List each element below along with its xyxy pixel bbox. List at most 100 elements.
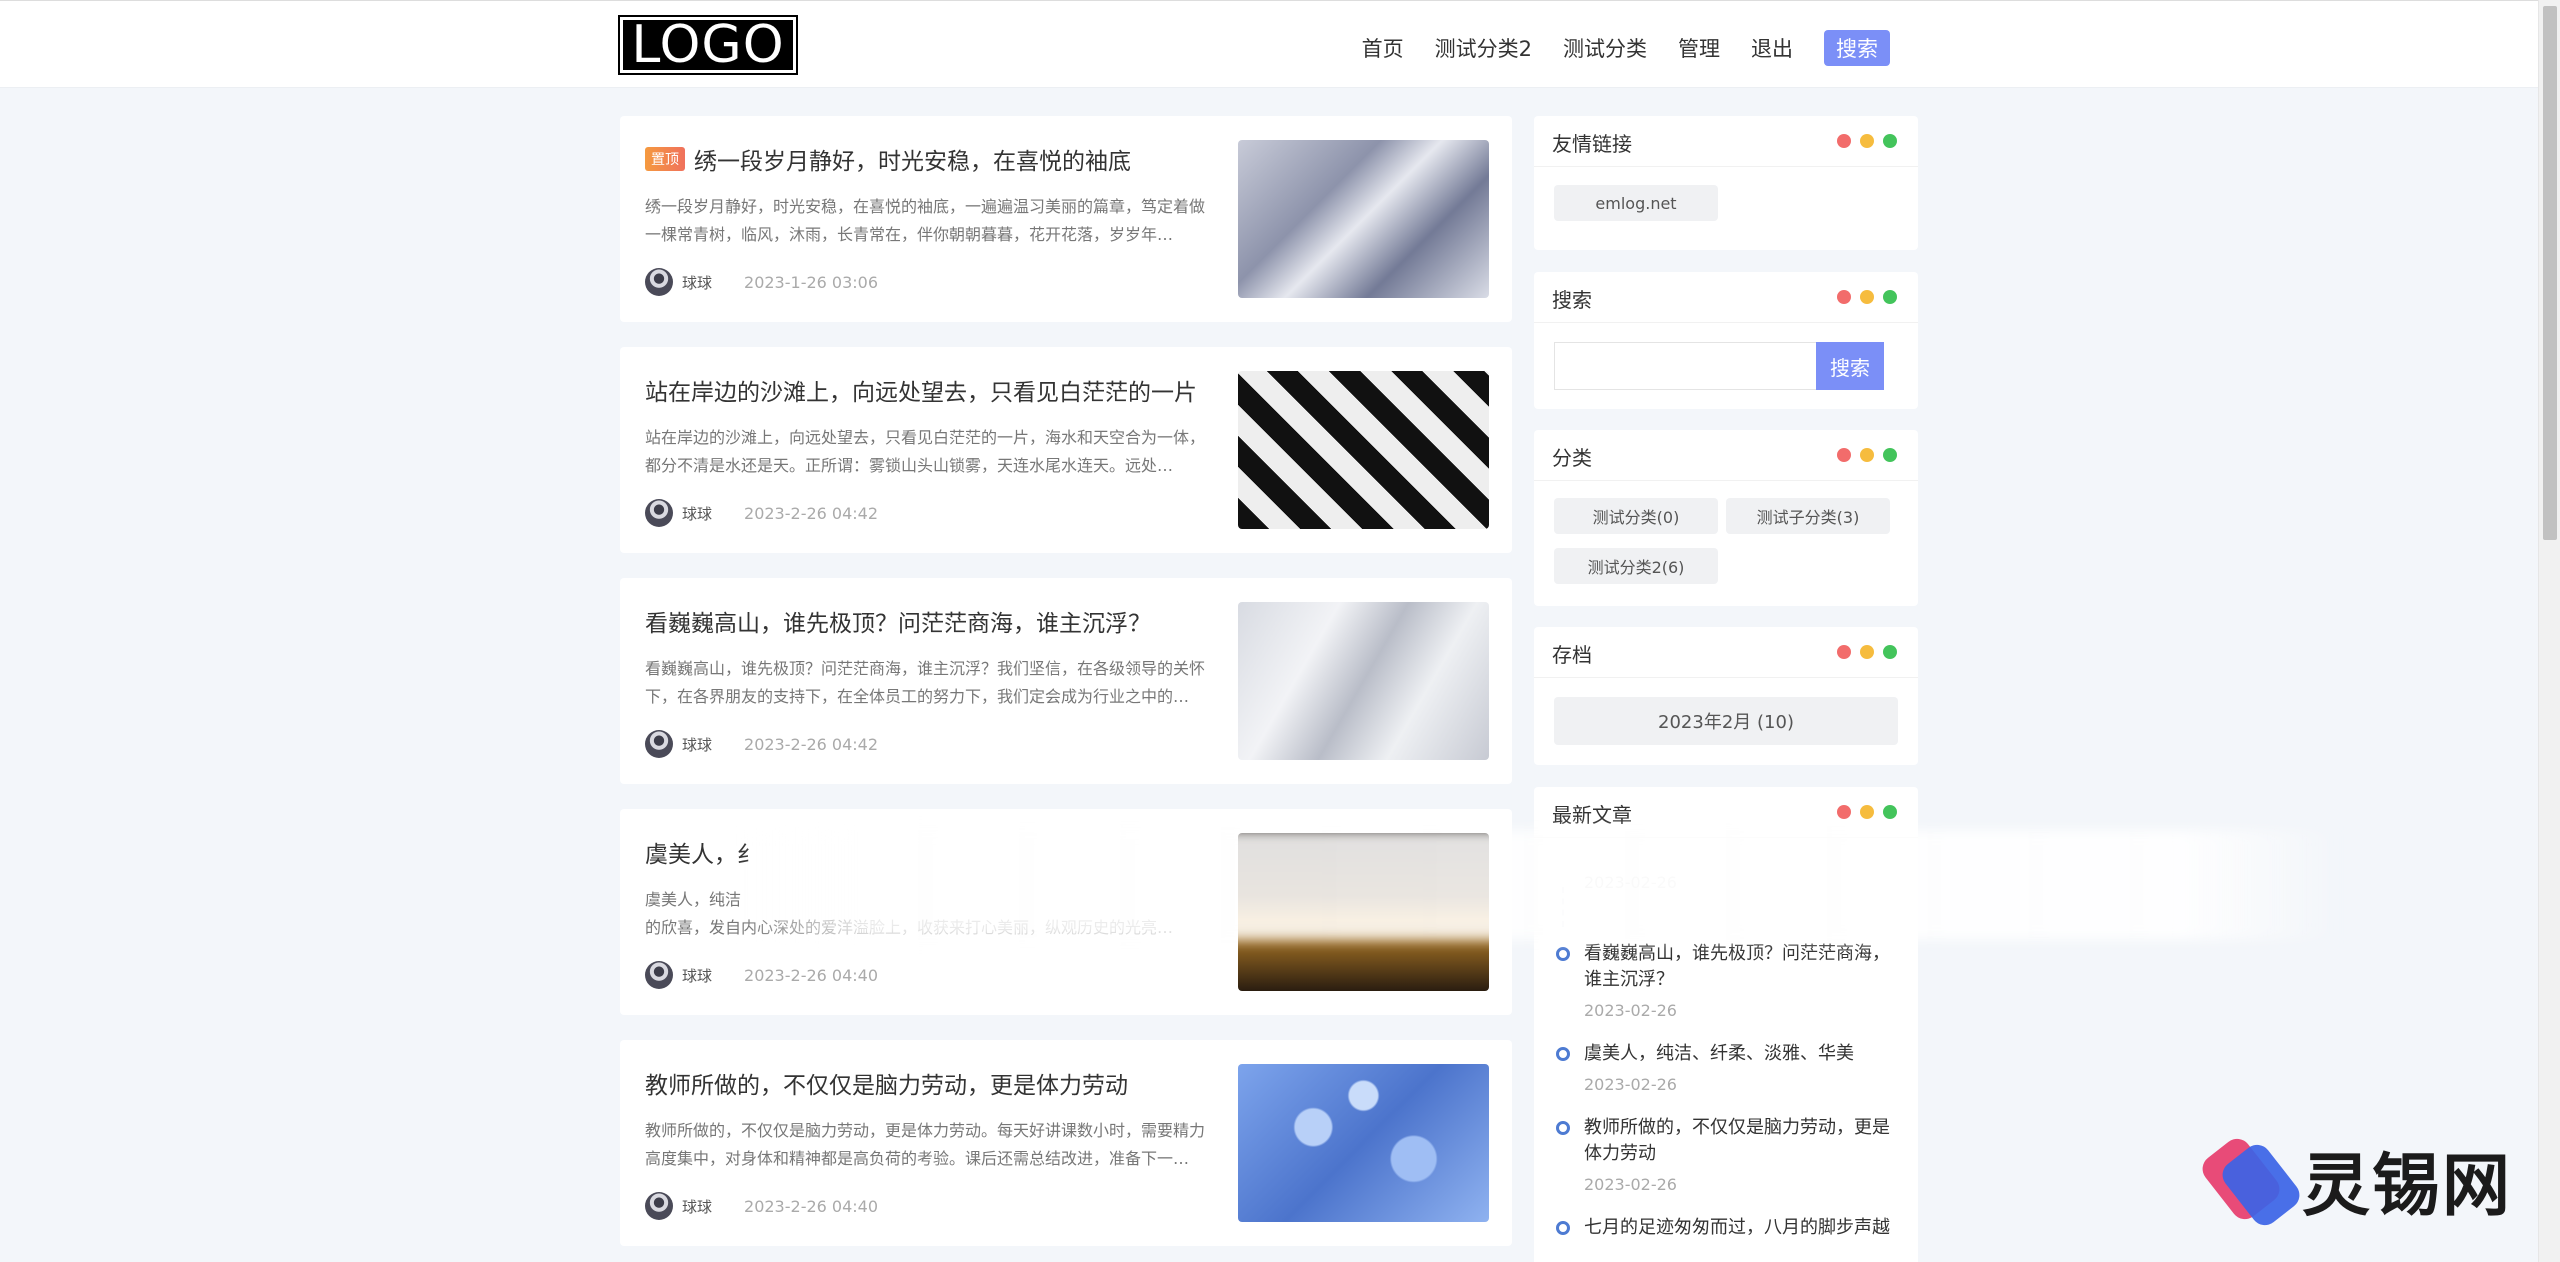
recent-post-title[interactable]: 教师所做的，不仅仅是脑力劳动，更是体力劳动 (1584, 1115, 1896, 1167)
post-thumbnail[interactable] (1238, 602, 1489, 760)
post-card[interactable]: 教师所做的，不仅仅是脑力劳动，更是体力劳动 教师所做的，不仅仅是脑力劳动，更是体… (620, 1040, 1512, 1246)
post-author[interactable]: 球球 (682, 1196, 712, 1217)
post-author[interactable]: 球球 (682, 272, 712, 293)
post-excerpt: 教师所做的，不仅仅是脑力劳动，更是体力劳动。每天好讲课数小时，需要精力高度集中，… (645, 1121, 1206, 1168)
nav-item-admin[interactable]: 管理 (1678, 33, 1720, 63)
author-avatar (645, 268, 673, 296)
post-title[interactable]: 站在岸边的沙滩上，向远处望去，只看见白茫茫的一片 (645, 373, 1197, 407)
blur-overlay (740, 830, 2340, 940)
yellow-dot-icon (1860, 645, 1874, 659)
post-thumbnail[interactable] (1238, 140, 1489, 298)
widget-title: 友情链接 (1552, 132, 1632, 156)
nav-item-logout[interactable]: 退出 (1751, 33, 1793, 63)
nav-search-button[interactable]: 搜索 (1824, 30, 1890, 66)
green-dot-icon (1883, 805, 1897, 819)
nav-item-home[interactable]: 首页 (1362, 33, 1404, 63)
widget-search: 搜索 搜索 (1534, 272, 1918, 409)
post-title-text[interactable]: 教师所做的，不仅仅是脑力劳动，更是体力劳动 (645, 1066, 1128, 1100)
recent-post-date: 2023-02-26 (1584, 1175, 1677, 1194)
widget-title: 存档 (1552, 643, 1592, 667)
nav-item-test-category[interactable]: 测试分类 (1563, 33, 1647, 63)
post-card[interactable]: 看巍巍高山，谁先极顶？问茫茫商海，谁主沉浮？ 看巍巍高山，谁先极顶？问茫茫商海，… (620, 578, 1512, 784)
post-date: 2023-1-26 03:06 (744, 272, 879, 292)
post-excerpt: 看巍巍高山，谁先极顶？问茫茫商海，谁主沉浮？我们坚信，在各级领导的关怀下，在各界… (645, 659, 1206, 706)
timeline-circle-icon (1556, 947, 1570, 961)
divider (1534, 480, 1918, 481)
recent-post-title[interactable]: 看巍巍高山，谁先极顶？问茫茫商海，谁主沉浮？ (1584, 941, 1896, 993)
red-dot-icon (1837, 645, 1851, 659)
widget-categories: 分类 测试分类(0) 测试子分类(3) 测试分类2(6) (1534, 430, 1918, 606)
recent-post-date: 2023-02-26 (1584, 1075, 1677, 1094)
post-meta: 球球 2023-2-26 04:42 (645, 730, 878, 758)
red-dot-icon (1837, 134, 1851, 148)
post-author[interactable]: 球球 (682, 734, 712, 755)
widget-archive: 存档 2023年2月 (10) (1534, 627, 1918, 765)
category-item[interactable]: 测试子分类(3) (1726, 498, 1890, 534)
watermark-logo-icon (2196, 1132, 2306, 1231)
post-author[interactable]: 球球 (682, 503, 712, 524)
post-date: 2023-2-26 04:42 (744, 503, 879, 523)
timeline-circle-icon (1556, 1121, 1570, 1135)
post-thumbnail[interactable] (1238, 371, 1489, 529)
post-title[interactable]: 置顶 绣一段岁月静好，时光安稳，在喜悦的袖底 (645, 142, 1131, 176)
green-dot-icon (1883, 448, 1897, 462)
pinned-badge: 置顶 (645, 147, 685, 171)
divider (1534, 322, 1918, 323)
widget-links: 友情链接 emlog.net (1534, 116, 1918, 250)
window-dots (1837, 448, 1897, 462)
post-title-text[interactable]: 绣一段岁月静好，时光安稳，在喜悦的袖底 (694, 142, 1131, 176)
post-card[interactable]: 站在岸边的沙滩上，向远处望去，只看见白茫茫的一片 站在岸边的沙滩上，向远处望去，… (620, 347, 1512, 553)
yellow-dot-icon (1860, 448, 1874, 462)
red-dot-icon (1837, 448, 1851, 462)
main-nav: 首页 测试分类2 测试分类 管理 退出 搜索 (1362, 30, 1890, 66)
post-title-text[interactable]: 看巍巍高山，谁先极顶？问茫茫商海，谁主沉浮？ (645, 604, 1151, 638)
author-avatar (645, 1192, 673, 1220)
widget-title: 最新文章 (1552, 803, 1632, 827)
post-title-text[interactable]: 站在岸边的沙滩上，向远处望去，只看见白茫茫的一片 (645, 373, 1197, 407)
green-dot-icon (1883, 290, 1897, 304)
window-dots (1837, 645, 1897, 659)
post-meta: 球球 2023-2-26 04:40 (645, 1192, 878, 1220)
archive-item[interactable]: 2023年2月 (10) (1554, 697, 1898, 745)
widget-title: 分类 (1552, 446, 1592, 470)
post-thumbnail[interactable] (1238, 1064, 1489, 1222)
author-avatar (645, 730, 673, 758)
yellow-dot-icon (1860, 805, 1874, 819)
recent-post-title[interactable]: 七月的足迹匆匆而过，八月的脚步声越 (1584, 1215, 1896, 1241)
top-navbar: LOGO 首页 测试分类2 测试分类 管理 退出 搜索 (0, 0, 2538, 88)
sidebar-search-button[interactable]: 搜索 (1816, 342, 1884, 390)
post-meta: 球球 2023-2-26 04:42 (645, 499, 878, 527)
scrollbar-thumb[interactable] (2543, 6, 2557, 540)
link-emlog[interactable]: emlog.net (1554, 185, 1718, 221)
watermark: 灵锡网 (2196, 1130, 2513, 1231)
post-excerpt: 绣一段岁月静好，时光安稳，在喜悦的袖底，一遍遍温习美丽的篇章，笃定着做一棵常青树… (645, 197, 1206, 244)
category-item[interactable]: 测试分类(0) (1554, 498, 1718, 534)
post-excerpt: 站在岸边的沙滩上，向远处望去，只看见白茫茫的一片，海水和天空合为一体，都分不清是… (645, 428, 1206, 475)
timeline-circle-icon (1556, 1047, 1570, 1061)
window-dots (1837, 290, 1897, 304)
post-meta: 球球 2023-1-26 03:06 (645, 268, 878, 296)
site-logo[interactable]: LOGO (618, 15, 798, 75)
post-meta: 球球 2023-2-26 04:40 (645, 961, 878, 989)
sidebar-search-input[interactable] (1554, 342, 1816, 390)
post-title[interactable]: 教师所做的，不仅仅是脑力劳动，更是体力劳动 (645, 1066, 1128, 1100)
divider (1534, 677, 1918, 678)
nav-item-test-category-2[interactable]: 测试分类2 (1435, 33, 1532, 63)
post-date: 2023-2-26 04:42 (744, 734, 879, 754)
red-dot-icon (1837, 805, 1851, 819)
green-dot-icon (1883, 645, 1897, 659)
yellow-dot-icon (1860, 134, 1874, 148)
widget-title: 搜索 (1552, 288, 1592, 312)
green-dot-icon (1883, 134, 1897, 148)
author-avatar (645, 961, 673, 989)
category-item[interactable]: 测试分类2(6) (1554, 548, 1718, 584)
recent-post-title[interactable]: 虞美人，纯洁、纤柔、淡雅、华美 (1584, 1041, 1896, 1067)
timeline-circle-icon (1556, 1221, 1570, 1235)
page-scrollbar[interactable] (2538, 0, 2560, 1262)
post-title[interactable]: 看巍巍高山，谁先极顶？问茫茫商海，谁主沉浮？ (645, 604, 1151, 638)
post-author[interactable]: 球球 (682, 965, 712, 986)
watermark-text: 灵锡网 (2302, 1147, 2513, 1226)
window-dots (1837, 134, 1897, 148)
post-date: 2023-2-26 04:40 (744, 965, 879, 985)
post-card[interactable]: 置顶 绣一段岁月静好，时光安稳，在喜悦的袖底 绣一段岁月静好，时光安稳，在喜悦的… (620, 116, 1512, 322)
